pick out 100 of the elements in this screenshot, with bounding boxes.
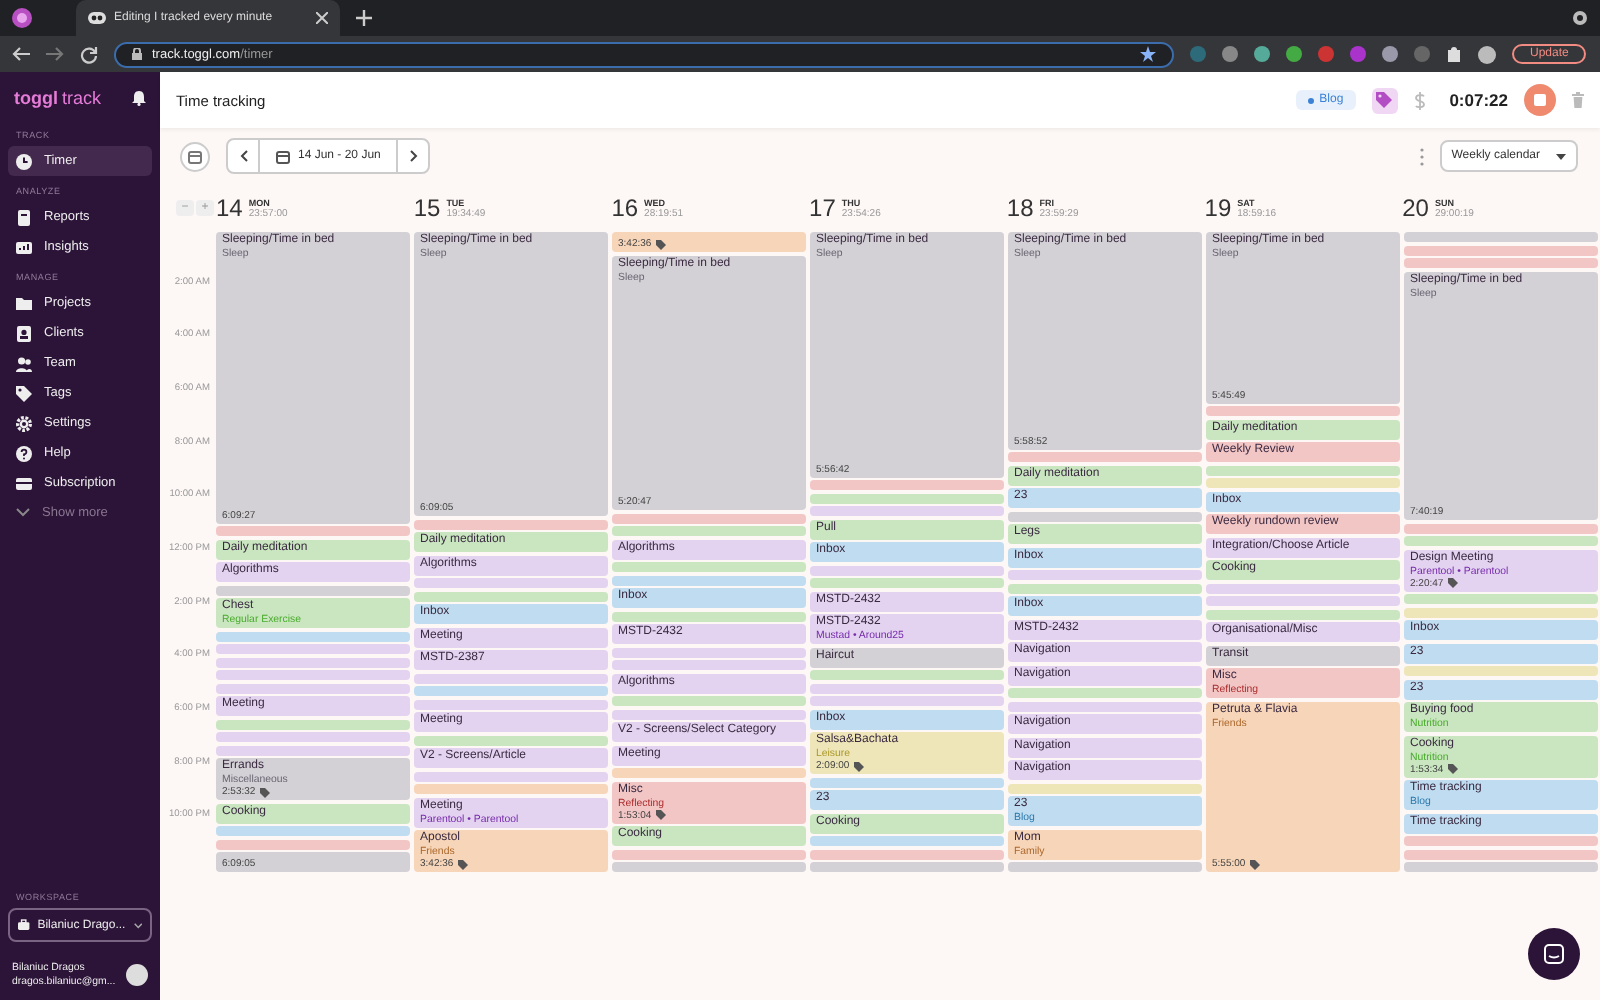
time-entry[interactable] (1404, 523, 1598, 533)
time-entry[interactable] (810, 506, 1004, 516)
lock-icon (132, 48, 142, 60)
avatar-icon[interactable] (126, 964, 148, 986)
day-number: 18 (1006, 194, 1034, 222)
time-entry[interactable] (414, 699, 608, 709)
time-entry[interactable] (810, 777, 1004, 787)
tag-icon (655, 239, 666, 249)
avatar-icon[interactable] (1478, 45, 1496, 63)
time-entry[interactable] (1404, 536, 1598, 546)
time-entry[interactable] (414, 673, 608, 683)
time-entry[interactable] (216, 631, 410, 641)
time-entry[interactable] (1404, 862, 1598, 872)
time-entry[interactable] (1008, 452, 1202, 462)
time-entry[interactable] (414, 784, 608, 794)
calendar-icon (276, 149, 290, 163)
time-entry[interactable] (612, 709, 806, 719)
time-entry[interactable] (612, 513, 806, 523)
time-entry[interactable] (612, 647, 806, 657)
trash-icon[interactable] (1572, 92, 1584, 108)
time-entry[interactable] (1404, 594, 1598, 604)
time-entry[interactable] (612, 862, 806, 872)
time-entry[interactable] (612, 526, 806, 536)
time-entry[interactable] (810, 493, 1004, 503)
time-entry[interactable] (216, 732, 410, 742)
time-entry[interactable] (1404, 836, 1598, 846)
time-entry[interactable] (414, 519, 608, 529)
time-entry[interactable] (1008, 583, 1202, 593)
time-entry[interactable] (216, 657, 410, 667)
time-entry[interactable] (612, 696, 806, 706)
time-entry[interactable] (612, 575, 806, 585)
time-entry[interactable] (1404, 245, 1598, 255)
chat-button[interactable] (1528, 928, 1580, 980)
time-entry[interactable] (216, 839, 410, 849)
time-entry[interactable] (216, 826, 410, 836)
time-entry[interactable] (414, 735, 608, 745)
time-entry[interactable] (414, 771, 608, 781)
star-icon[interactable] (1140, 46, 1156, 62)
dollar-icon[interactable] (1413, 91, 1426, 109)
time-entry[interactable] (1008, 511, 1202, 521)
time-entry[interactable] (216, 719, 410, 729)
time-entry[interactable] (1206, 478, 1400, 488)
tag-button[interactable] (1371, 87, 1398, 113)
time-entry[interactable] (1404, 607, 1598, 617)
back-icon[interactable] (12, 46, 30, 62)
gear-icon (16, 415, 32, 431)
time-entry[interactable] (612, 849, 806, 859)
time-entry[interactable] (612, 562, 806, 572)
time-entry[interactable] (810, 696, 1004, 706)
time-entry[interactable] (216, 644, 410, 654)
time-entry[interactable] (1206, 465, 1400, 475)
time-entry[interactable] (216, 683, 410, 693)
time-entry[interactable] (1404, 666, 1598, 676)
time-entry[interactable] (1008, 570, 1202, 580)
plus-icon[interactable] (356, 10, 372, 26)
time-entry[interactable] (1404, 849, 1598, 859)
time-entry[interactable] (810, 578, 1004, 588)
browser-profile-icon[interactable] (12, 8, 32, 28)
time-entry[interactable] (612, 611, 806, 621)
tag-icon (16, 385, 32, 401)
time-entry[interactable] (216, 745, 410, 755)
time-entry[interactable] (1404, 258, 1598, 268)
chevron-icon (133, 921, 142, 929)
time-entry[interactable] (810, 670, 1004, 680)
time-entry[interactable] (612, 768, 806, 778)
time-entry[interactable] (1008, 783, 1202, 793)
time-entry[interactable] (810, 836, 1004, 846)
time-entry[interactable] (414, 591, 608, 601)
time-entry[interactable] (810, 849, 1004, 859)
bell-icon[interactable] (132, 90, 146, 106)
time-entry[interactable] (810, 862, 1004, 872)
time-entry[interactable] (810, 565, 1004, 575)
reload-icon[interactable] (80, 45, 98, 63)
time-entry[interactable] (414, 686, 608, 696)
time-entry[interactable] (1206, 406, 1400, 416)
close-icon[interactable] (316, 12, 328, 24)
time-entry[interactable] (810, 480, 1004, 490)
time-entry[interactable] (1206, 583, 1400, 593)
tag-icon (457, 859, 468, 869)
time-entry[interactable] (216, 670, 410, 680)
time-entry[interactable] (216, 526, 410, 536)
day-number: 14 (215, 194, 243, 222)
time-entry[interactable] (1008, 688, 1202, 698)
more-icon[interactable] (1419, 147, 1424, 165)
time-entry[interactable] (1008, 862, 1202, 872)
calendar-button[interactable] (180, 141, 210, 171)
time-entry[interactable] (810, 683, 1004, 693)
time-entry[interactable] (1008, 701, 1202, 711)
time-entry[interactable] (612, 660, 806, 670)
time-entry[interactable] (1206, 596, 1400, 606)
clock-icon (16, 153, 32, 169)
stop-button[interactable] (1524, 84, 1556, 116)
calendar-icon (188, 149, 202, 163)
time-entry[interactable] (216, 585, 410, 595)
time-entry[interactable] (414, 578, 608, 588)
day-number: 17 (809, 194, 836, 222)
time-entry[interactable] (1206, 609, 1400, 619)
settings-icon[interactable] (1572, 10, 1588, 26)
time-entry[interactable] (1404, 232, 1598, 242)
forward-icon[interactable] (46, 46, 64, 62)
